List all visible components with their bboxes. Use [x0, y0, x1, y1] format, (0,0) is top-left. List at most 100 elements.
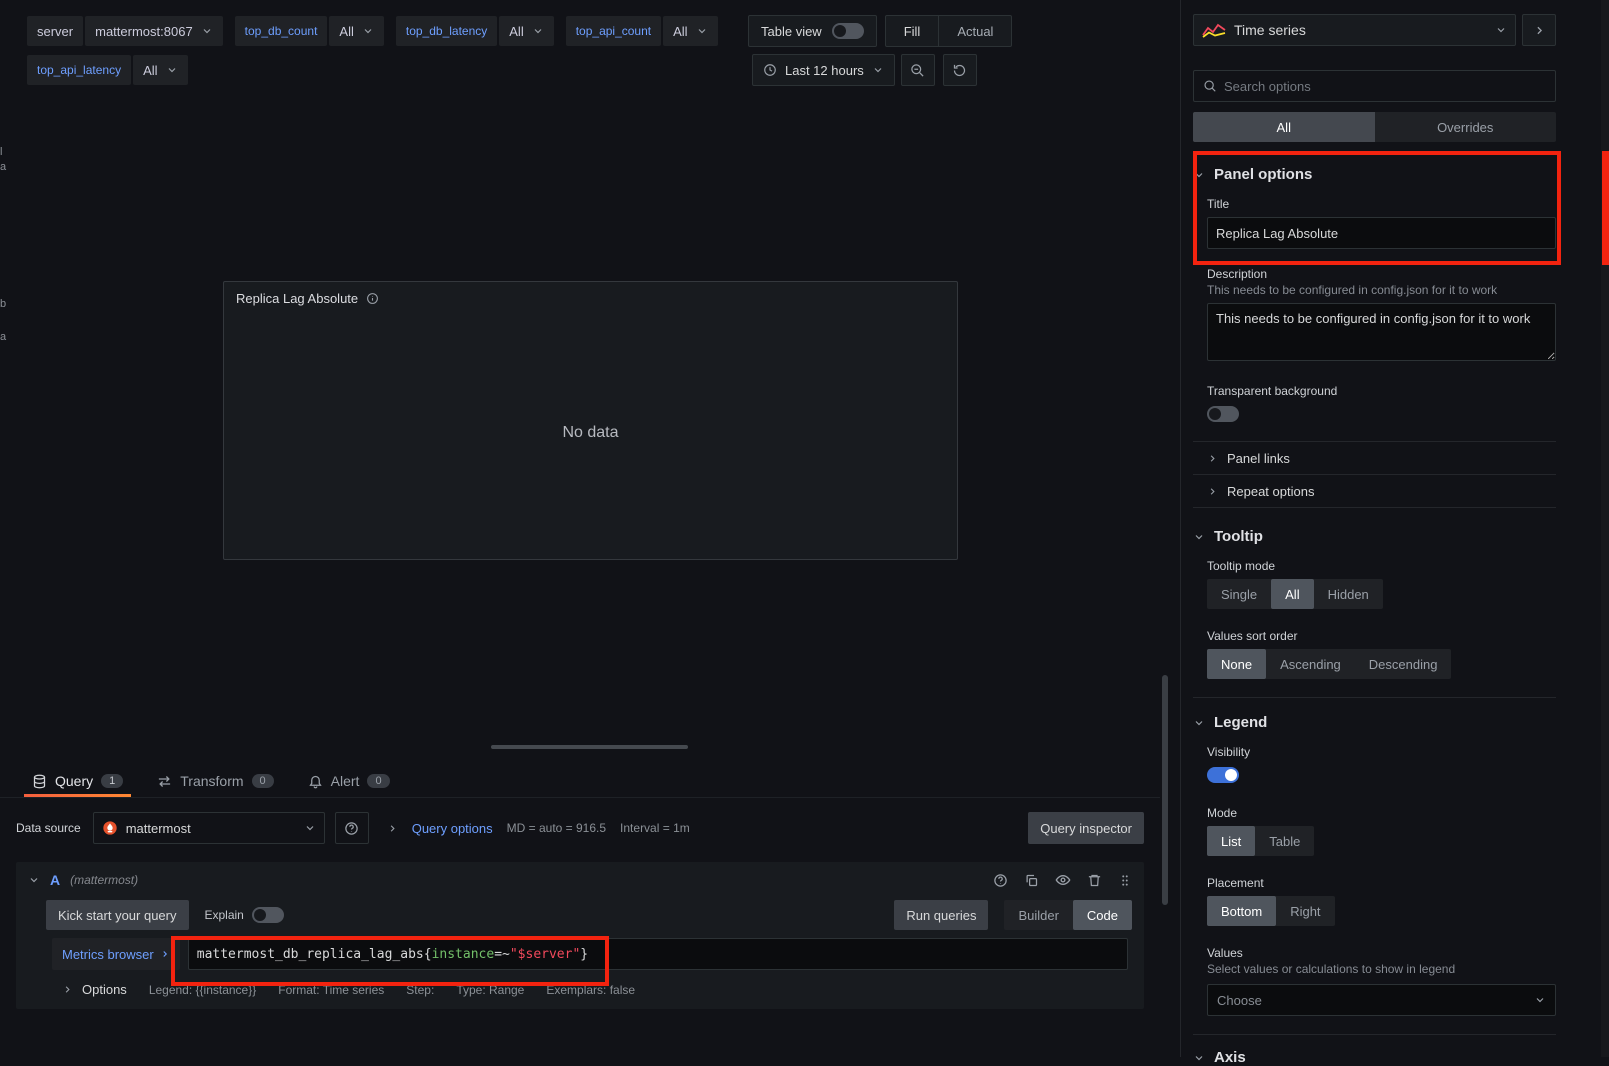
sidebar-scrollbar-track[interactable] — [1601, 0, 1609, 1057]
legend-placement-label: Placement — [1207, 876, 1556, 890]
chevron-right-icon — [1207, 453, 1218, 464]
variable-top-db-count-dropdown[interactable]: All — [329, 16, 383, 46]
chevron-down-icon — [532, 25, 544, 37]
query-help-icon[interactable] — [993, 873, 1008, 888]
variable-top-api-count-dropdown[interactable]: All — [663, 16, 717, 46]
variable-top-api-count: top_api_count All — [566, 16, 718, 46]
panel-title-input[interactable] — [1207, 217, 1556, 249]
options-label: Options — [82, 982, 127, 997]
query-options-interval: Interval = 1m — [620, 821, 690, 835]
chevron-down-icon — [166, 64, 178, 76]
explain-toggle[interactable] — [252, 907, 284, 923]
options-search[interactable] — [1193, 70, 1556, 102]
legend-values-select[interactable]: Choose — [1207, 984, 1556, 1016]
options-filter-tabs: All Overrides — [1193, 112, 1556, 142]
repeat-options-collapsible[interactable]: Repeat options — [1193, 474, 1556, 507]
legend-mode-table[interactable]: Table — [1255, 826, 1314, 856]
tooltip-mode-single[interactable]: Single — [1207, 579, 1271, 609]
legend-section-header[interactable]: Legend — [1193, 714, 1556, 731]
fill-button[interactable]: Fill — [886, 16, 939, 46]
drag-handle-icon[interactable] — [1118, 873, 1132, 888]
visualization-picker[interactable]: Time series — [1193, 14, 1516, 46]
panel-links-collapsible[interactable]: Panel links — [1193, 441, 1556, 474]
variable-top-api-latency-dropdown[interactable]: All — [133, 55, 187, 85]
sort-ascending[interactable]: Ascending — [1266, 649, 1355, 679]
legend-visibility-toggle[interactable] — [1207, 767, 1239, 783]
grafana-panel-editor: { "colors": { "annotation_red": "#f3230f… — [0, 0, 1609, 1057]
run-queries-button[interactable]: Run queries — [894, 900, 988, 930]
sort-none[interactable]: None — [1207, 649, 1266, 679]
main-scrollbar-thumb[interactable] — [1162, 675, 1168, 905]
editor-tabs: Query 1 Transform 0 Alert 0 — [0, 765, 1160, 798]
chevron-down-icon — [201, 25, 213, 37]
transparent-background-toggle[interactable] — [1207, 406, 1239, 422]
hide-query-eye-icon[interactable] — [1055, 872, 1071, 888]
code-option[interactable]: Code — [1073, 900, 1132, 930]
sort-descending[interactable]: Descending — [1355, 649, 1452, 679]
axis-section-header[interactable]: Axis — [1193, 1049, 1556, 1066]
actual-button[interactable]: Actual — [938, 16, 1011, 46]
tooltip-mode-hidden[interactable]: Hidden — [1314, 579, 1383, 609]
chevron-right-icon — [1207, 486, 1218, 497]
zoom-out-button[interactable] — [901, 54, 935, 86]
table-view-control: Table view — [748, 15, 877, 47]
panel-view-controls: Table view Fill Actual — [748, 15, 1012, 47]
tab-alert[interactable]: Alert 0 — [306, 765, 392, 797]
datasource-picker[interactable]: mattermost — [93, 812, 325, 844]
refresh-button[interactable] — [943, 54, 977, 86]
tooltip-mode-all[interactable]: All — [1271, 579, 1313, 609]
options-search-input[interactable] — [1224, 79, 1546, 94]
query-actions — [993, 872, 1132, 888]
tab-overrides[interactable]: Overrides — [1375, 112, 1557, 142]
query-inspector-button[interactable]: Query inspector — [1028, 812, 1144, 844]
variable-server-value: mattermost:8067 — [95, 24, 193, 39]
collapse-pane-button[interactable] — [1522, 14, 1556, 46]
variable-top-db-latency: top_db_latency All — [396, 16, 554, 46]
builder-option[interactable]: Builder — [1004, 900, 1072, 930]
promql-code-input[interactable]: mattermost_db_replica_lag_abs{instance=~… — [188, 938, 1128, 970]
variable-server-label: server — [27, 16, 83, 46]
placement-bottom[interactable]: Bottom — [1207, 896, 1276, 926]
query-a-header[interactable]: A (mattermost) — [16, 862, 1144, 898]
promql-label-value: "$server" — [510, 947, 580, 962]
metrics-browser-label: Metrics browser — [62, 947, 154, 962]
legend-mode-group: List Table — [1207, 826, 1314, 856]
duplicate-query-icon[interactable] — [1024, 873, 1039, 888]
tab-all[interactable]: All — [1193, 112, 1375, 142]
chevron-down-icon — [28, 874, 40, 886]
panel-resize-handle[interactable] — [491, 745, 688, 749]
kick-start-query-button[interactable]: Kick start your query — [46, 900, 189, 930]
variable-top-db-latency-dropdown[interactable]: All — [499, 16, 553, 46]
legend-mode-list[interactable]: List — [1207, 826, 1255, 856]
metrics-browser-button[interactable]: Metrics browser — [52, 938, 180, 970]
prometheus-icon — [102, 820, 118, 836]
metrics-row: Metrics browser mattermost_db_replica_la… — [16, 938, 1144, 970]
options-row[interactable]: Options Legend: {{instance}} Format: Tim… — [16, 970, 1144, 999]
options-step: Step: — [406, 983, 434, 997]
placement-right[interactable]: Right — [1276, 896, 1334, 926]
variable-top-api-count-value: All — [673, 24, 687, 39]
time-range-picker[interactable]: Last 12 hours — [752, 54, 895, 86]
chevron-down-icon — [362, 25, 374, 37]
datasource-help-button[interactable] — [335, 812, 369, 844]
clock-icon — [763, 63, 777, 77]
delete-query-trash-icon[interactable] — [1087, 873, 1102, 888]
chevron-down-icon — [1495, 24, 1507, 36]
legend-placement-group: Bottom Right — [1207, 896, 1335, 926]
tab-query-count: 1 — [101, 774, 123, 788]
panel-description-input[interactable]: This needs to be configured in config.js… — [1207, 303, 1556, 361]
question-circle-icon — [344, 821, 359, 836]
tooltip-section-header[interactable]: Tooltip — [1193, 528, 1556, 545]
tab-transform[interactable]: Transform 0 — [155, 765, 275, 797]
tab-transform-count: 0 — [252, 774, 274, 788]
tab-query[interactable]: Query 1 — [30, 765, 125, 797]
tooltip-mode-group: Single All Hidden — [1207, 579, 1383, 609]
variable-server-dropdown[interactable]: mattermost:8067 — [85, 16, 223, 46]
legend-mode-label: Mode — [1207, 806, 1556, 820]
panel-options-section-header[interactable]: Panel options — [1193, 166, 1556, 183]
query-options-collapsible[interactable]: Query options MD = auto = 916.5 Interval… — [387, 821, 690, 836]
no-data-message: No data — [224, 424, 957, 442]
transparent-background-label: Transparent background — [1207, 384, 1556, 398]
table-view-toggle[interactable] — [832, 23, 864, 39]
info-icon — [366, 292, 379, 305]
